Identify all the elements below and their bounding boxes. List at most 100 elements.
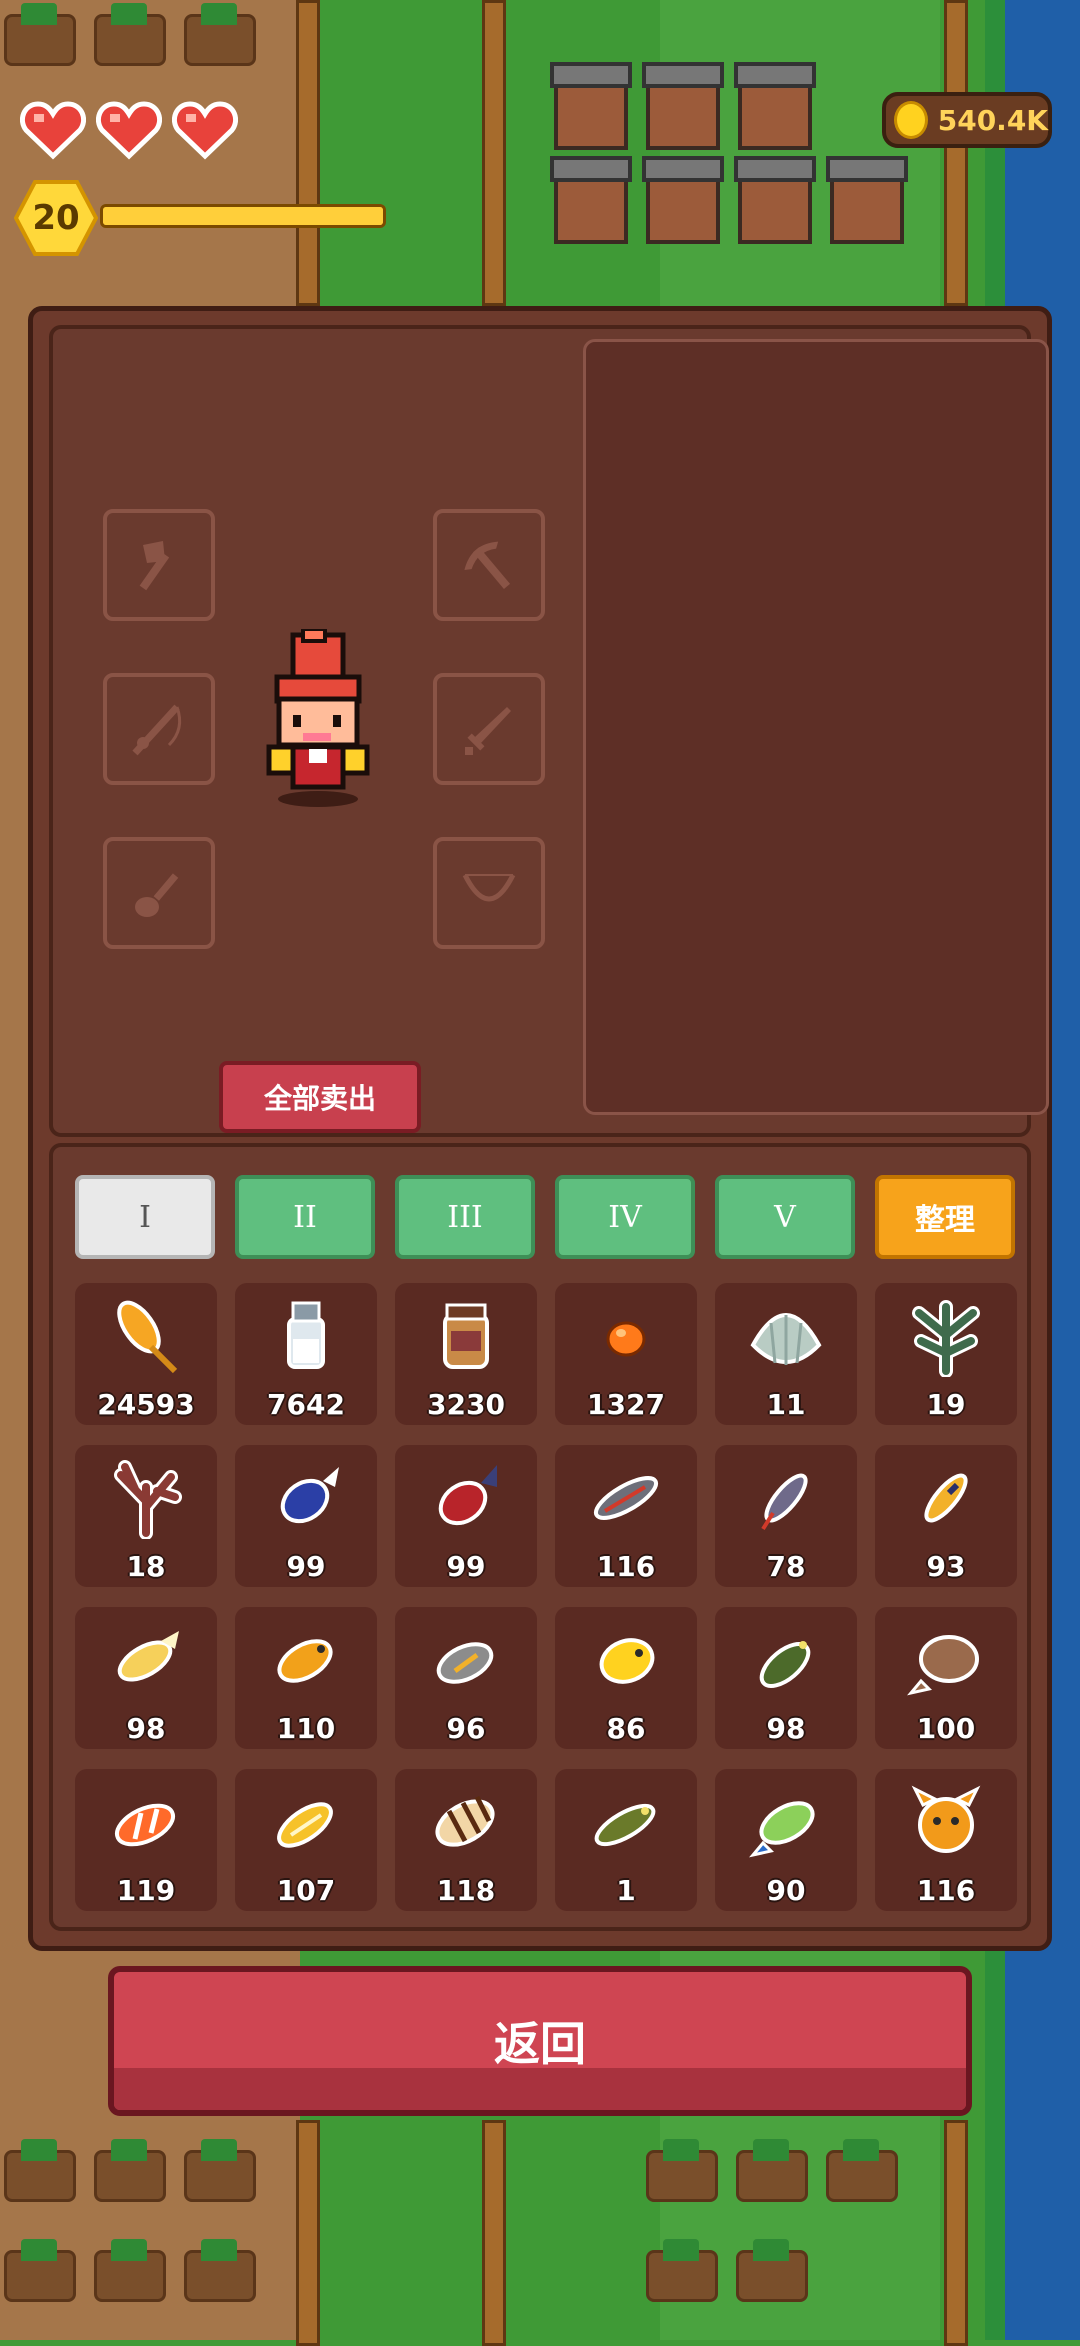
item-count: 7642 <box>267 1388 345 1421</box>
small-fish-icon <box>761 1473 808 1531</box>
xp-bar <box>100 204 386 228</box>
clownfish-icon <box>114 1803 176 1847</box>
tab-1[interactable]: I <box>75 1175 215 1259</box>
item-preview-box <box>583 339 1049 1115</box>
tab-4[interactable]: IV <box>555 1175 695 1259</box>
item-count: 19 <box>926 1388 966 1421</box>
pickaxe-slot[interactable] <box>433 509 545 621</box>
seaweed-icon <box>912 1300 980 1377</box>
barrel <box>550 156 632 244</box>
item-count: 119 <box>116 1874 176 1907</box>
inventory-item[interactable]: 118 <box>395 1769 537 1911</box>
fence-post <box>482 0 506 306</box>
item-count: 98 <box>126 1712 166 1745</box>
inventory-item[interactable]: 11 <box>715 1283 857 1425</box>
sell-all-button[interactable]: 全部卖出 <box>219 1061 421 1133</box>
inventory-item[interactable]: 100 <box>875 1607 1017 1749</box>
inventory-panel: 全部卖出 I II III IV V 整理 24593 7642 3230 1327 1… <box>28 306 1052 1951</box>
yellow-puffer-icon <box>599 1638 655 1684</box>
inventory-item[interactable]: 1327 <box>555 1283 697 1425</box>
inventory-item[interactable]: 116 <box>875 1769 1017 1911</box>
red-fish-icon <box>438 1465 497 1526</box>
inventory-item[interactable]: 119 <box>75 1769 217 1911</box>
flatfish-icon <box>907 1635 979 1696</box>
crop-plot <box>646 2139 718 2202</box>
golden-fish-icon <box>117 1631 179 1682</box>
yellow-fish-icon <box>924 1473 968 1523</box>
milk-bottle-icon <box>287 1301 325 1369</box>
inventory-item[interactable]: 18 <box>75 1445 217 1587</box>
sort-button[interactable]: 整理 <box>875 1175 1015 1259</box>
inventory-item[interactable]: 7642 <box>235 1283 377 1425</box>
item-count: 78 <box>766 1550 806 1583</box>
crop-plot <box>184 2139 256 2202</box>
item-count: 110 <box>276 1712 336 1745</box>
inventory-item[interactable]: 93 <box>875 1445 1017 1587</box>
goldfish-icon <box>277 1639 333 1683</box>
olive-fish-icon <box>594 1803 656 1847</box>
crop-plot <box>184 2239 256 2302</box>
gold-counter: 540.4K <box>882 92 1052 148</box>
item-count: 99 <box>446 1550 486 1583</box>
inventory-item[interactable]: 3230 <box>395 1283 537 1425</box>
fishing-rod-slot[interactable] <box>103 673 215 785</box>
sword-slot[interactable] <box>433 673 545 785</box>
inventory-item[interactable]: 86 <box>555 1607 697 1749</box>
shovel-icon <box>135 873 179 917</box>
heart-icon <box>96 100 162 160</box>
item-count: 18 <box>126 1550 166 1583</box>
barrel <box>642 156 724 244</box>
coin-icon <box>894 101 928 139</box>
back-button-label: 返回 <box>494 2017 586 2071</box>
pickaxe-icon <box>464 541 511 590</box>
category-tabs: I II III IV V 整理 <box>75 1175 1015 1259</box>
shovel-slot[interactable] <box>103 837 215 949</box>
inventory-item[interactable]: 1 <box>555 1769 697 1911</box>
item-count: 24593 <box>97 1388 195 1421</box>
coral-icon <box>114 1460 182 1539</box>
inventory-item[interactable]: 98 <box>715 1607 857 1749</box>
item-count: 99 <box>286 1550 326 1583</box>
inventory-item[interactable]: 110 <box>235 1607 377 1749</box>
crop-plot <box>4 3 76 66</box>
inventory-item[interactable]: 98 <box>75 1607 217 1749</box>
crop-plot <box>184 3 256 66</box>
inventory-item[interactable]: 78 <box>715 1445 857 1587</box>
inventory-item[interactable]: 99 <box>235 1445 377 1587</box>
item-inventory: I II III IV V 整理 24593 7642 3230 1327 11 19 18… <box>49 1143 1031 1931</box>
inventory-item[interactable]: 19 <box>875 1283 1017 1425</box>
striped-fish-icon <box>593 1476 659 1520</box>
orange-egg-icon <box>606 1321 646 1357</box>
player-avatar <box>266 629 370 807</box>
wheat-icon <box>117 1300 178 1374</box>
item-count: 116 <box>916 1874 976 1907</box>
tab-2[interactable]: II <box>235 1175 375 1259</box>
tiger-fish-icon <box>435 1795 495 1847</box>
back-button[interactable]: 返回 <box>108 1966 972 2116</box>
inventory-item[interactable]: 96 <box>395 1607 537 1749</box>
inventory-item[interactable]: 90 <box>715 1769 857 1911</box>
inventory-item[interactable]: 116 <box>555 1445 697 1587</box>
fence-post <box>296 2120 320 2346</box>
tab-3[interactable]: III <box>395 1175 535 1259</box>
heart-icon <box>20 100 86 160</box>
honey-jar-icon <box>443 1303 489 1369</box>
item-count: 3230 <box>427 1388 505 1421</box>
bow-slot[interactable] <box>433 837 545 949</box>
tropical-fish-icon <box>749 1801 815 1858</box>
fence-post <box>944 0 968 306</box>
inventory-item[interactable]: 24593 <box>75 1283 217 1425</box>
gold-koi-icon <box>277 1802 333 1848</box>
health-hearts <box>20 100 238 160</box>
inventory-item[interactable]: 99 <box>395 1445 537 1587</box>
fence-post <box>482 2120 506 2346</box>
barrel <box>734 62 816 150</box>
axe-slot[interactable] <box>103 509 215 621</box>
fishing-rod-icon <box>132 704 182 756</box>
equipment-area: 全部卖出 <box>49 325 1049 1137</box>
item-count: 90 <box>766 1874 806 1907</box>
crop-plot <box>94 2139 166 2202</box>
inventory-item[interactable]: 107 <box>235 1769 377 1911</box>
tab-5[interactable]: V <box>715 1175 855 1259</box>
barrel <box>734 156 816 244</box>
